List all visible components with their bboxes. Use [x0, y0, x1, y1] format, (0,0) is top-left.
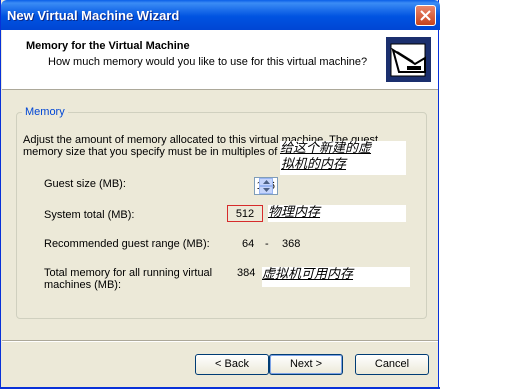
- page-title: Memory for the Virtual Machine: [26, 40, 190, 52]
- guest-annotation-line1: 给这个新建的虚: [280, 141, 372, 156]
- close-button[interactable]: [415, 5, 436, 26]
- memory-group-legend: Memory: [22, 106, 68, 118]
- guest-size-down-button[interactable]: [259, 186, 273, 194]
- wizard-header: Memory for the Virtual Machine How much …: [2, 30, 438, 90]
- recommended-range-label: Recommended guest range (MB):: [44, 238, 210, 250]
- page-subtitle: How much memory would you like to use fo…: [48, 56, 368, 68]
- window-title: New Virtual Machine Wizard: [7, 8, 180, 23]
- guest-size-label: Guest size (MB):: [44, 178, 126, 190]
- recommended-max: 368: [282, 238, 301, 250]
- running-memory-annotation: 虚拟机可用内存: [262, 267, 410, 287]
- guest-size-up-button[interactable]: [259, 178, 273, 186]
- memory-chip-icon: [386, 37, 431, 82]
- title-bar[interactable]: New Virtual Machine Wizard: [1, 0, 440, 30]
- back-button[interactable]: < Back: [195, 354, 269, 375]
- recommended-separator: -: [265, 238, 269, 250]
- total-running-label-line2: machines (MB):: [44, 279, 122, 291]
- guest-size-annotation: 给这个新建的虚 拟机的内存: [280, 141, 406, 175]
- close-icon: [420, 10, 431, 21]
- recommended-min: 64: [242, 238, 255, 250]
- footer-divider: [2, 340, 438, 342]
- system-total-value: 512: [227, 205, 263, 222]
- next-button[interactable]: Next >: [269, 354, 343, 375]
- total-running-value: 384: [237, 267, 256, 279]
- wizard-window: New Virtual Machine Wizard Memory for th…: [0, 0, 440, 389]
- system-total-annotation: 物理内存: [268, 205, 406, 222]
- system-total-label: System total (MB):: [44, 209, 135, 221]
- total-running-label-line1: Total memory for all running virtual: [44, 267, 213, 279]
- cancel-button[interactable]: Cancel: [355, 354, 429, 375]
- chevron-up-icon: [263, 180, 270, 184]
- guest-annotation-line2: 拟机的内存: [281, 157, 347, 172]
- chevron-down-icon: [263, 188, 270, 192]
